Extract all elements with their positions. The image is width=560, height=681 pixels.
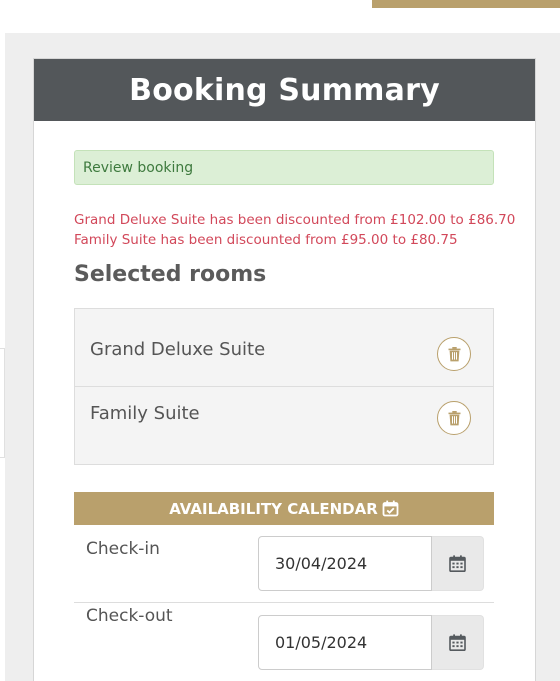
discount-message: Grand Deluxe Suite has been discounted f… bbox=[74, 212, 516, 228]
booking-summary-panel: Booking Summary Review booking Grand Del… bbox=[33, 58, 536, 681]
checkin-row: Check-in bbox=[74, 525, 494, 603]
panel-header: Booking Summary bbox=[34, 59, 535, 121]
checkin-label: Check-in bbox=[86, 539, 160, 559]
availability-calendar-button[interactable]: AVAILABILITY CALENDAR bbox=[74, 492, 494, 525]
alert-text: Review booking bbox=[83, 159, 194, 176]
remove-room-button[interactable] bbox=[437, 401, 471, 435]
calendar-check-icon bbox=[382, 500, 399, 517]
trash-icon bbox=[448, 346, 460, 361]
side-tab[interactable] bbox=[0, 348, 5, 458]
top-accent-bar bbox=[372, 0, 560, 8]
checkout-row: Check-out bbox=[74, 604, 494, 681]
selected-rooms-heading: Selected rooms bbox=[74, 262, 267, 287]
checkout-date-input[interactable] bbox=[258, 615, 432, 670]
list-item: Grand Deluxe Suite bbox=[75, 309, 493, 387]
calendar-icon bbox=[449, 555, 466, 572]
review-booking-alert: Review booking bbox=[74, 150, 494, 185]
trash-icon bbox=[448, 410, 460, 425]
room-name: Grand Deluxe Suite bbox=[90, 339, 266, 360]
discount-message: Family Suite has been discounted from £9… bbox=[74, 232, 458, 248]
selected-rooms-list: Grand Deluxe Suite Family Suite bbox=[74, 308, 494, 465]
room-name: Family Suite bbox=[90, 403, 200, 424]
checkout-calendar-button[interactable] bbox=[432, 615, 484, 670]
list-item: Family Suite bbox=[75, 387, 493, 465]
checkin-calendar-button[interactable] bbox=[432, 536, 484, 591]
page-title: Booking Summary bbox=[129, 72, 440, 108]
checkin-date-input[interactable] bbox=[258, 536, 432, 591]
availability-calendar-label: AVAILABILITY CALENDAR bbox=[169, 499, 378, 518]
checkout-label: Check-out bbox=[86, 606, 173, 626]
calendar-icon bbox=[449, 634, 466, 651]
remove-room-button[interactable] bbox=[437, 337, 471, 371]
